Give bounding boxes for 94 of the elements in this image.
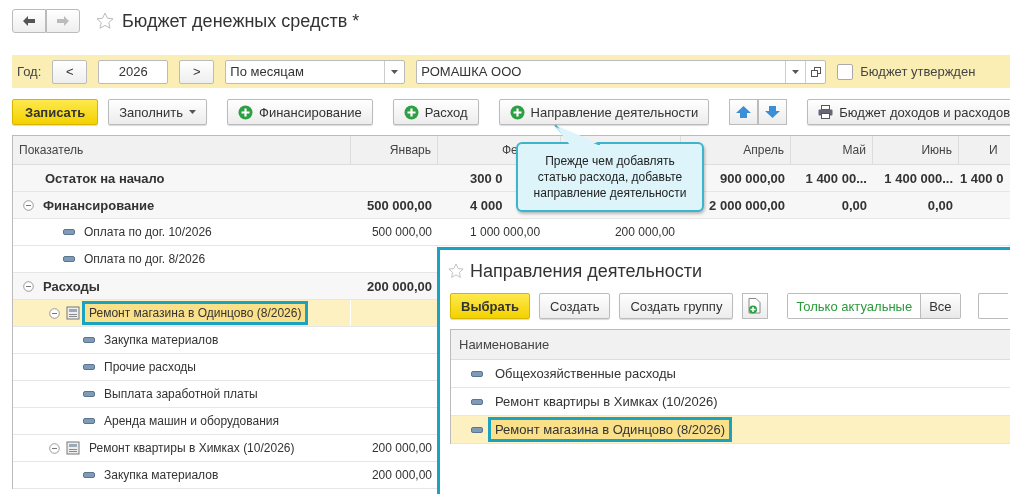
add-icon (238, 104, 254, 120)
amount-cell: 1 000 000,00 (470, 225, 541, 239)
column-header: Май (842, 143, 866, 157)
dash-icon (83, 364, 95, 370)
organization-field[interactable]: РОМАШКА ООО (416, 59, 827, 84)
down-arrow-icon (765, 106, 781, 118)
window-title: Бюджет денежных средств * (122, 10, 360, 32)
collapse-icon[interactable] (49, 442, 60, 454)
open-icon (810, 66, 821, 77)
amount-cell: 2 000 000,00 (709, 197, 785, 213)
amount-cell: 500 000,00 (371, 225, 432, 239)
add-button[interactable]: Расход (392, 99, 479, 125)
collapse-icon[interactable] (23, 199, 34, 211)
back-button[interactable] (12, 9, 46, 33)
list-item[interactable]: Ремонт квартиры в Химках (10/2026) (488, 389, 725, 414)
dash-icon (471, 398, 483, 405)
row-label: Оплата по дог. 8/2026 (83, 251, 207, 268)
amount-cell: 0,00 (841, 197, 867, 213)
dash-icon (83, 337, 95, 343)
row-label: Расходы (42, 277, 101, 296)
row-label: Ремонт квартиры в Химках (10/2026) (88, 440, 296, 457)
row-label: Остаток на начало (44, 169, 166, 188)
printer-icon (818, 105, 834, 119)
next-year-button[interactable]: > (179, 59, 215, 84)
add-button[interactable]: Финансирование (227, 99, 373, 125)
amount-cell: 900 000,00 (719, 170, 785, 186)
row-label: Прочие расходы (103, 359, 197, 376)
year-field[interactable]: 2026 (98, 59, 169, 84)
amount-cell: 1 400 0 (960, 170, 1004, 186)
document-icon (66, 441, 80, 455)
save-button[interactable]: Записать (12, 99, 99, 125)
period-select[interactable]: По месяцам (225, 59, 406, 84)
amount-cell: 500 000,00 (366, 197, 432, 213)
create-button[interactable]: Создать группу (619, 293, 734, 319)
search-field[interactable] (977, 293, 1008, 319)
caret-icon (391, 69, 399, 74)
back-arrow-icon (23, 16, 35, 26)
copy-button[interactable] (742, 293, 769, 319)
add-icon (403, 104, 419, 120)
amount-cell: 200 000,00 (371, 468, 432, 482)
dash-icon (83, 418, 95, 424)
amount-cell: 0,00 (927, 197, 953, 213)
row-label: Закупка материалов (103, 332, 220, 349)
filter-option[interactable]: Все (920, 294, 960, 318)
row-label: Финансирование (42, 196, 156, 215)
window-title: Направления деятельности (470, 260, 703, 282)
star-icon[interactable] (448, 263, 464, 279)
column-header: И (989, 143, 998, 157)
amount-cell: 200 000,00 (614, 225, 675, 239)
create-button[interactable]: Создать (539, 293, 611, 319)
column-header: Наименование (459, 337, 550, 352)
column-header: Июнь (921, 143, 952, 157)
dash-icon (83, 391, 95, 397)
row-label: Закупка материалов (103, 467, 220, 484)
star-icon[interactable] (96, 12, 114, 30)
add-icon (509, 104, 525, 120)
document-icon (66, 306, 80, 320)
amount-cell: 200 000,00 (371, 441, 432, 455)
caret-icon (189, 110, 197, 114)
add-button[interactable]: Направление деятельности (498, 99, 710, 125)
caret-icon (792, 69, 800, 74)
forward-arrow-icon (57, 16, 69, 26)
move-up-button[interactable] (729, 99, 759, 125)
amount-cell: 300 0 (470, 170, 503, 186)
dash-icon (471, 370, 483, 377)
dash-icon (83, 472, 95, 478)
amount-cell: 1 400 000... (884, 170, 953, 186)
column-header: Показатель (19, 143, 84, 157)
row-label: Выплата заработной платы (103, 386, 259, 403)
row-label: Ремонт магазина в Одинцово (8/2026) (82, 301, 309, 325)
dash-icon (63, 256, 75, 262)
print-button[interactable]: Бюджет доходов и расходов (807, 99, 1010, 125)
year-label: Год: (17, 64, 42, 79)
list-item[interactable]: Общехозяйственные расходы (488, 361, 683, 386)
select-button[interactable]: Выбрать (450, 293, 531, 319)
column-header: Апрель (743, 143, 784, 157)
row-label: Аренда машин и оборудования (103, 413, 281, 430)
move-down-button[interactable] (758, 99, 788, 125)
approved-label: Бюджет утвержден (860, 64, 976, 79)
fill-dropdown-button[interactable]: Заполнить (108, 99, 208, 125)
previous-year-button[interactable]: < (52, 59, 88, 84)
dash-icon (63, 229, 75, 235)
list-item[interactable]: Ремонт магазина в Одинцово (8/2026) (488, 417, 733, 442)
dash-icon (471, 426, 483, 433)
up-arrow-icon (736, 106, 752, 118)
column-header: Январь (389, 143, 431, 157)
approved-checkbox[interactable] (837, 63, 854, 80)
collapse-icon[interactable] (49, 307, 60, 319)
row-label: Оплата по дог. 10/2026 (83, 224, 213, 241)
collapse-icon[interactable] (23, 280, 34, 292)
new-document-icon (748, 298, 763, 314)
amount-cell: 200 000,00 (366, 278, 432, 294)
amount-cell: 1 400 00... (805, 170, 867, 186)
amount-cell: 4 000 (470, 197, 503, 213)
